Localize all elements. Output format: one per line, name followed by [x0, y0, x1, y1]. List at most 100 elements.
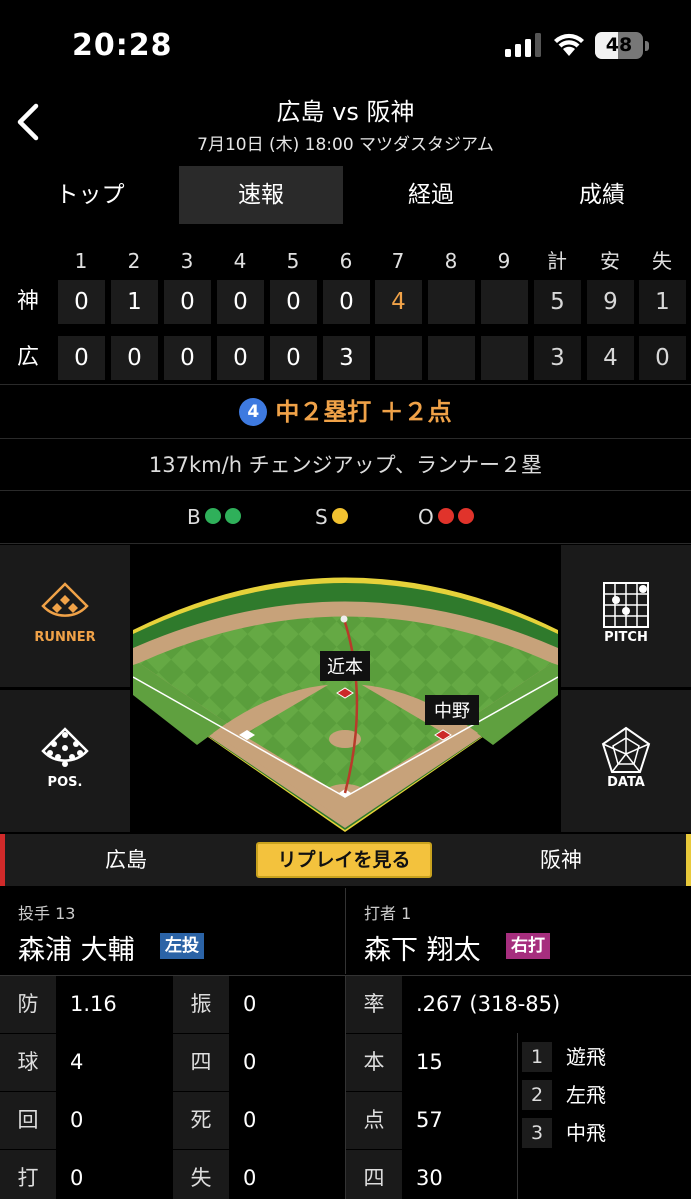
score-header-cell: 6: [339, 249, 353, 273]
total-cell: 5: [534, 280, 581, 324]
inning-score-cell: 0: [58, 336, 105, 380]
inning-score-cell: 0: [164, 280, 211, 324]
game-subtitle: 7月10日 (木) 18:00 マツダスタジアム: [197, 135, 494, 155]
team-abbr: 広: [16, 345, 39, 370]
positions-button[interactable]: POS.: [0, 690, 130, 832]
battery-nub: [645, 41, 649, 51]
at-bat-result: 左飛: [566, 1083, 606, 1107]
inning-score-cell: 0: [270, 280, 317, 324]
score-header-cell: 失: [652, 249, 672, 273]
score-header-cell: 5: [286, 249, 300, 273]
score-header-cell: 8: [444, 249, 458, 273]
batter-stat-key: 本: [346, 1034, 402, 1091]
score-header-cell: 安: [600, 249, 620, 273]
pitcher-stat-key: 球: [0, 1034, 56, 1091]
status-time: 20:28: [72, 28, 173, 63]
runner-diamond-icon: [41, 582, 89, 617]
stats-grid: 1 遊飛 2 左飛 3 中飛 防 1.16 振 0 球 4 四 0 回 0 死 0 打 0 失 0 率 .267 …: [0, 975, 691, 1199]
fielder-label-1: 近本: [327, 657, 363, 678]
inning-score-cell: 0: [164, 336, 211, 380]
tab-live[interactable]: 速報: [179, 166, 343, 224]
runner-label: RUNNER: [34, 630, 96, 645]
balls-label: B: [187, 505, 201, 529]
tab-top[interactable]: トップ: [8, 166, 172, 224]
batter-name: 森下 翔太: [364, 935, 481, 966]
inning-score-cell: [375, 336, 422, 380]
replay-button[interactable]: リプレイを見る: [256, 842, 432, 878]
out-dot: [457, 508, 474, 524]
pitcher-stat-value: 1.16: [70, 992, 117, 1016]
inning-score-cell: 0: [270, 336, 317, 380]
runner-button[interactable]: RUNNER: [0, 545, 130, 687]
batter-stat-key: 率: [346, 976, 402, 1033]
play-number-badge: 4: [239, 398, 268, 426]
batter-role: 打者 1: [364, 904, 412, 923]
batter-hand-badge: 右打: [506, 933, 550, 959]
pitcher-stat-key: 防: [0, 976, 56, 1033]
inning-score-cell: [428, 336, 475, 380]
pitcher-stat-value: 0: [243, 1108, 257, 1132]
inning-score-cell: [481, 280, 528, 324]
pitcher-stat-value: 0: [70, 1108, 84, 1132]
total-cell: 9: [587, 280, 634, 324]
positions-label: POS.: [47, 775, 83, 790]
field-area: RUNNER POS. PITCH DATA 近本 中野: [0, 545, 691, 832]
outs-indicator: O: [418, 505, 474, 529]
batter-stat-key: 四: [346, 1150, 402, 1199]
game-title: 広島 vs 阪神: [276, 98, 415, 126]
balls-indicator: B: [187, 505, 241, 529]
score-header-cell: 7: [391, 249, 405, 273]
batter-stat-key: 点: [346, 1092, 402, 1149]
ball-count: B S O: [0, 492, 691, 542]
batter-stat-value: 30: [416, 1166, 443, 1190]
inning-score-cell: 0: [111, 336, 158, 380]
pitcher-stat-value: 4: [70, 1050, 84, 1074]
at-bat-row: 2 左飛: [522, 1077, 682, 1111]
wifi-icon: [554, 33, 584, 56]
inning-score-cell: 1: [111, 280, 158, 324]
positions-icon: [41, 727, 89, 767]
strike-dot: [331, 508, 348, 524]
tab-stats[interactable]: 成績: [520, 166, 684, 224]
home-team-color: [0, 834, 5, 886]
pitcher-stat-key: 打: [0, 1150, 56, 1199]
data-button[interactable]: DATA: [561, 690, 691, 832]
inning-score-cell: 0: [58, 280, 105, 324]
pitcher-stat-value: 0: [70, 1166, 84, 1190]
divider: [0, 438, 691, 439]
tab-progress[interactable]: 経過: [349, 166, 513, 224]
divider: [517, 1033, 518, 1199]
divider: [0, 384, 691, 385]
game-header: 広島 vs 阪神 7月10日 (木) 18:00 マツダスタジアム: [0, 90, 691, 162]
pitch-label: PITCH: [604, 630, 648, 645]
strikes-indicator: S: [315, 505, 348, 529]
ball-dot: [204, 508, 221, 524]
at-bat-number: 2: [522, 1080, 552, 1110]
score-header-cell: 4: [233, 249, 247, 273]
batter-stat-value: .267 (318-85): [416, 992, 561, 1016]
batter-panel[interactable]: 打者 1 森下 翔太 右打: [346, 888, 691, 974]
home-team-name[interactable]: 広島: [105, 834, 147, 886]
matchup-panel: 投手 13 森浦 大輔 左投 打者 1 森下 翔太 右打: [0, 888, 691, 974]
score-header-cell: 3: [180, 249, 194, 273]
total-cell: 0: [639, 336, 686, 380]
total-cell: 4: [587, 336, 634, 380]
pitcher-stat-value: 0: [243, 992, 257, 1016]
outs-label: O: [418, 505, 434, 529]
score-header-cell: 2: [127, 249, 141, 273]
status-bar: 20:28 48: [0, 0, 691, 90]
score-header-cell: 計: [547, 249, 567, 273]
pitch-button[interactable]: PITCH: [561, 545, 691, 687]
divider: [0, 543, 691, 544]
score-header-cell: 1: [74, 249, 88, 273]
inning-score-cell: 0: [323, 280, 370, 324]
pitcher-role: 投手 13: [18, 904, 76, 923]
at-bat-result: 遊飛: [566, 1045, 606, 1069]
at-bat-number: 1: [522, 1042, 552, 1072]
fielder-label-2: 中野: [434, 701, 470, 722]
pitch-grid-icon: [603, 582, 649, 628]
play-result-text: 中２塁打 ＋２点: [275, 398, 452, 426]
pitcher-panel[interactable]: 投手 13 森浦 大輔 左投: [0, 888, 345, 974]
away-team-name[interactable]: 阪神: [540, 834, 582, 886]
inning-score-cell: 3: [323, 336, 370, 380]
